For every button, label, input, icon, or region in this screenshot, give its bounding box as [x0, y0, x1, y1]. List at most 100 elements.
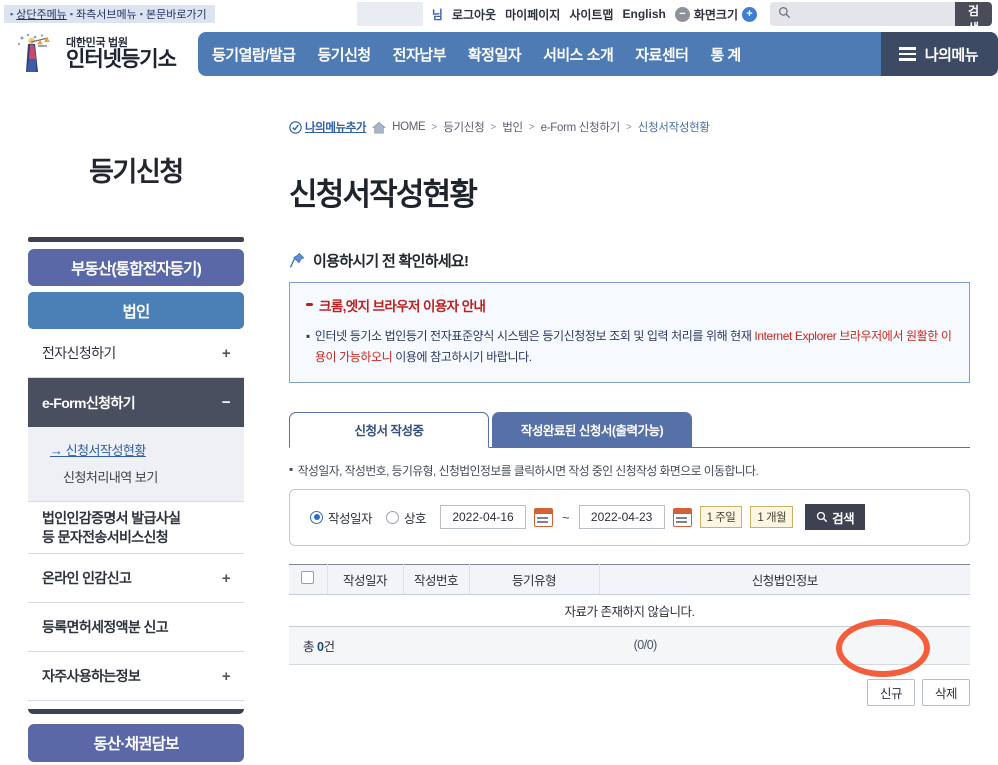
sidebar-item-license-tax-report[interactable]: 등록면허세정액분 신고 — [28, 603, 244, 652]
total-count: 총 0건 — [303, 636, 335, 655]
radio-date-label: 작성일자 — [328, 511, 373, 526]
breadcrumb-separator: > — [625, 121, 632, 133]
date-to-input[interactable] — [578, 505, 665, 530]
sidebar-item-license-tax-report-label: 등록면허세정액분 신고 — [42, 619, 169, 635]
total-suffix: 건 — [323, 639, 335, 654]
sidebar-item-movable-property[interactable]: 동산·채권담보 — [28, 724, 244, 762]
my-menu-button[interactable]: 나의메뉴 — [880, 32, 998, 76]
nav-item-statistics[interactable]: 통 계 — [710, 44, 741, 65]
notice-body: ▪ 인터넷 등기소 법인등기 전자표준양식 시스템은 등기신청정보 조회 및 입… — [306, 326, 953, 368]
date-from-input[interactable] — [440, 505, 527, 530]
sidebar-item-eform-application[interactable]: e-Form신청하기 − — [28, 378, 244, 427]
zoom-in-icon[interactable]: + — [742, 6, 757, 22]
sidebar-item-corporation-label: 법인 — [122, 303, 151, 321]
delete-button[interactable]: 삭제 — [921, 678, 970, 706]
range-one-week-button[interactable]: 1 주일 — [699, 506, 743, 529]
sidebar-item-eform-application-label: e-Form신청하기 — [42, 394, 136, 411]
sidebar-item-online-seal-report-label: 온라인 인감신고 — [42, 570, 132, 586]
calendar-from-icon[interactable] — [534, 507, 554, 527]
application-table: 작성일자 작성번호 등기유형 신청법인정보 자료가 존재하지 않습니다. — [289, 563, 970, 627]
bullet-icon: ▪ — [306, 328, 310, 343]
nav-item-fixed-date[interactable]: 확정일자 — [468, 44, 522, 65]
radio-option-name[interactable]: 상호 — [386, 508, 427, 527]
dash-icon — [306, 303, 313, 307]
main-navigation: 등기열람/발급 등기신청 전자납부 확정일자 서비스 소개 자료센터 통 계 나… — [198, 32, 998, 76]
sidebar-item-corporation[interactable]: 법인 — [28, 292, 244, 329]
logout-link[interactable]: 로그아웃 — [452, 6, 496, 23]
notice-body-post: 이용에 참고하시기 바랍니다. — [392, 349, 532, 364]
add-to-my-menu-button[interactable]: 나의메뉴추가 — [289, 119, 366, 135]
nav-item-epayment[interactable]: 전자납부 — [393, 44, 447, 65]
new-button[interactable]: 신규 — [866, 678, 915, 706]
tab-drafting[interactable]: 신청서 작성중 — [289, 411, 489, 448]
sidebar-subitem-application-status[interactable]: 신청서작성현황 — [50, 436, 244, 463]
nav-item-service-intro[interactable]: 서비스 소개 — [543, 44, 614, 65]
breadcrumb-item-registry-application[interactable]: 등기신청 — [443, 119, 484, 135]
sidebar-item-movable-property-label: 동산·채권담보 — [93, 736, 179, 753]
breadcrumb-item-eform[interactable]: e-Form 신청하기 — [541, 119, 621, 135]
site-logo[interactable]: 대한민국 법원 인터넷등기소 — [14, 32, 177, 76]
sidebar-item-seal-certificate-sms-label-2: 등 문자전송서비스신청 — [42, 528, 169, 545]
skip-link-top-menu[interactable]: 상단주메뉴 — [16, 6, 67, 22]
breadcrumb-item-corporation[interactable]: 법인 — [502, 119, 523, 135]
table-header-row: 작성일자 작성번호 등기유형 신청법인정보 — [289, 563, 970, 595]
mypage-link[interactable]: 마이페이지 — [505, 6, 560, 23]
total-prefix: 총 — [303, 639, 317, 654]
nav-item-registry-view[interactable]: 등기열람/발급 — [212, 44, 296, 65]
breadcrumb-item-home[interactable]: HOME — [392, 121, 426, 133]
skip-link-content[interactable]: 본문바로가기 — [146, 6, 207, 22]
breadcrumb-separator: > — [490, 121, 497, 133]
skip-link-side-menu[interactable]: 좌측서브메뉴 — [76, 6, 137, 22]
site-search-button[interactable]: 검색 — [955, 2, 992, 26]
hint-label: 작성일자, 작성번호, 등기유형, 신청법인정보를 클릭하시면 작성 중인 신청… — [297, 463, 759, 478]
sidebar-item-online-seal-report[interactable]: 온라인 인감신고 + — [28, 554, 244, 603]
radio-option-date[interactable]: 작성일자 — [310, 508, 373, 527]
range-one-month-button[interactable]: 1 개월 — [750, 506, 794, 529]
tab-drafting-label: 신청서 작성중 — [354, 424, 424, 439]
page-title: 신청서작성현황 — [289, 176, 478, 212]
english-link[interactable]: English — [622, 7, 665, 21]
main-nav-items: 등기열람/발급 등기신청 전자납부 확정일자 서비스 소개 자료센터 통 계 — [198, 44, 881, 65]
table-empty-row: 자료가 존재하지 않습니다. — [289, 594, 970, 627]
nav-item-data-center[interactable]: 자료센터 — [635, 44, 689, 65]
sidebar-item-electronic-application[interactable]: 전자신청하기 + — [28, 329, 244, 378]
site-search-input[interactable] — [796, 2, 955, 26]
logo-line-2: 인터넷등기소 — [66, 48, 177, 72]
notice-body-pre: 인터넷 등기소 법인등기 전자표준양식 시스템은 등기신청정보 조회 및 입력 … — [314, 328, 755, 343]
site-search: 검색 — [770, 2, 992, 26]
sidebar-item-electronic-application-label: 전자신청하기 — [42, 345, 116, 361]
table-empty-message: 자료가 존재하지 않습니다. — [289, 594, 970, 627]
sitemap-link[interactable]: 사이트맵 — [569, 6, 613, 23]
nav-item-registry-application[interactable]: 등기신청 — [317, 44, 371, 65]
top-utility-bar: ▪ 상단주메뉴 ▪ 좌측서브메뉴 ▪ 본문바로가기 님 로그아웃 마이페이지 사… — [0, 0, 998, 28]
tab-completed[interactable]: 작성완료된 신청서(출력가능) — [492, 411, 692, 448]
logo-text: 대한민국 법원 인터넷등기소 — [66, 37, 177, 72]
expand-plus-icon: + — [221, 667, 231, 685]
add-to-my-menu-label: 나의메뉴추가 — [305, 122, 367, 134]
sidebar-item-real-estate-label: 부동산(통합전자등기) — [71, 260, 202, 278]
sidebar-item-seal-certificate-sms-label-1: 법인인감증명서 발급사실 — [42, 509, 181, 526]
bullet-icon: ▪ — [289, 461, 293, 476]
pin-icon — [289, 252, 305, 268]
zoom-out-icon[interactable]: − — [674, 6, 690, 22]
table-header-type: 등기유형 — [469, 563, 600, 595]
table-header-number: 작성번호 — [403, 563, 470, 595]
search-submit-label: 검색 — [832, 511, 855, 526]
search-submit-button[interactable]: 검색 — [805, 504, 866, 531]
sidebar-subitem-processing-history[interactable]: 신청처리내역 보기 — [50, 463, 244, 490]
calendar-to-icon[interactable] — [672, 507, 692, 527]
radio-name-input[interactable] — [386, 510, 400, 524]
sidebar-item-real-estate[interactable]: 부동산(통합전자등기) — [28, 249, 244, 286]
sidebar-item-frequently-used-info-label: 자주사용하는정보 — [42, 668, 141, 684]
sidebar-item-frequently-used-info[interactable]: 자주사용하는정보 + — [28, 652, 244, 701]
radio-date-input[interactable] — [310, 510, 323, 524]
select-all-checkbox[interactable] — [301, 571, 315, 585]
breadcrumb-separator: > — [528, 121, 535, 133]
screen-size-control: − 화면크기 + — [674, 6, 757, 23]
sidebar-item-seal-certificate-sms[interactable]: 법인인감증명서 발급사실 등 문자전송서비스신청 — [28, 502, 244, 554]
pagination-indicator: (0/0) — [633, 638, 658, 653]
screen-size-label: 화면크기 — [693, 7, 738, 22]
bullet-icon: ▪ — [69, 9, 74, 19]
my-menu-label: 나의메뉴 — [924, 46, 979, 64]
home-icon[interactable] — [372, 121, 387, 134]
